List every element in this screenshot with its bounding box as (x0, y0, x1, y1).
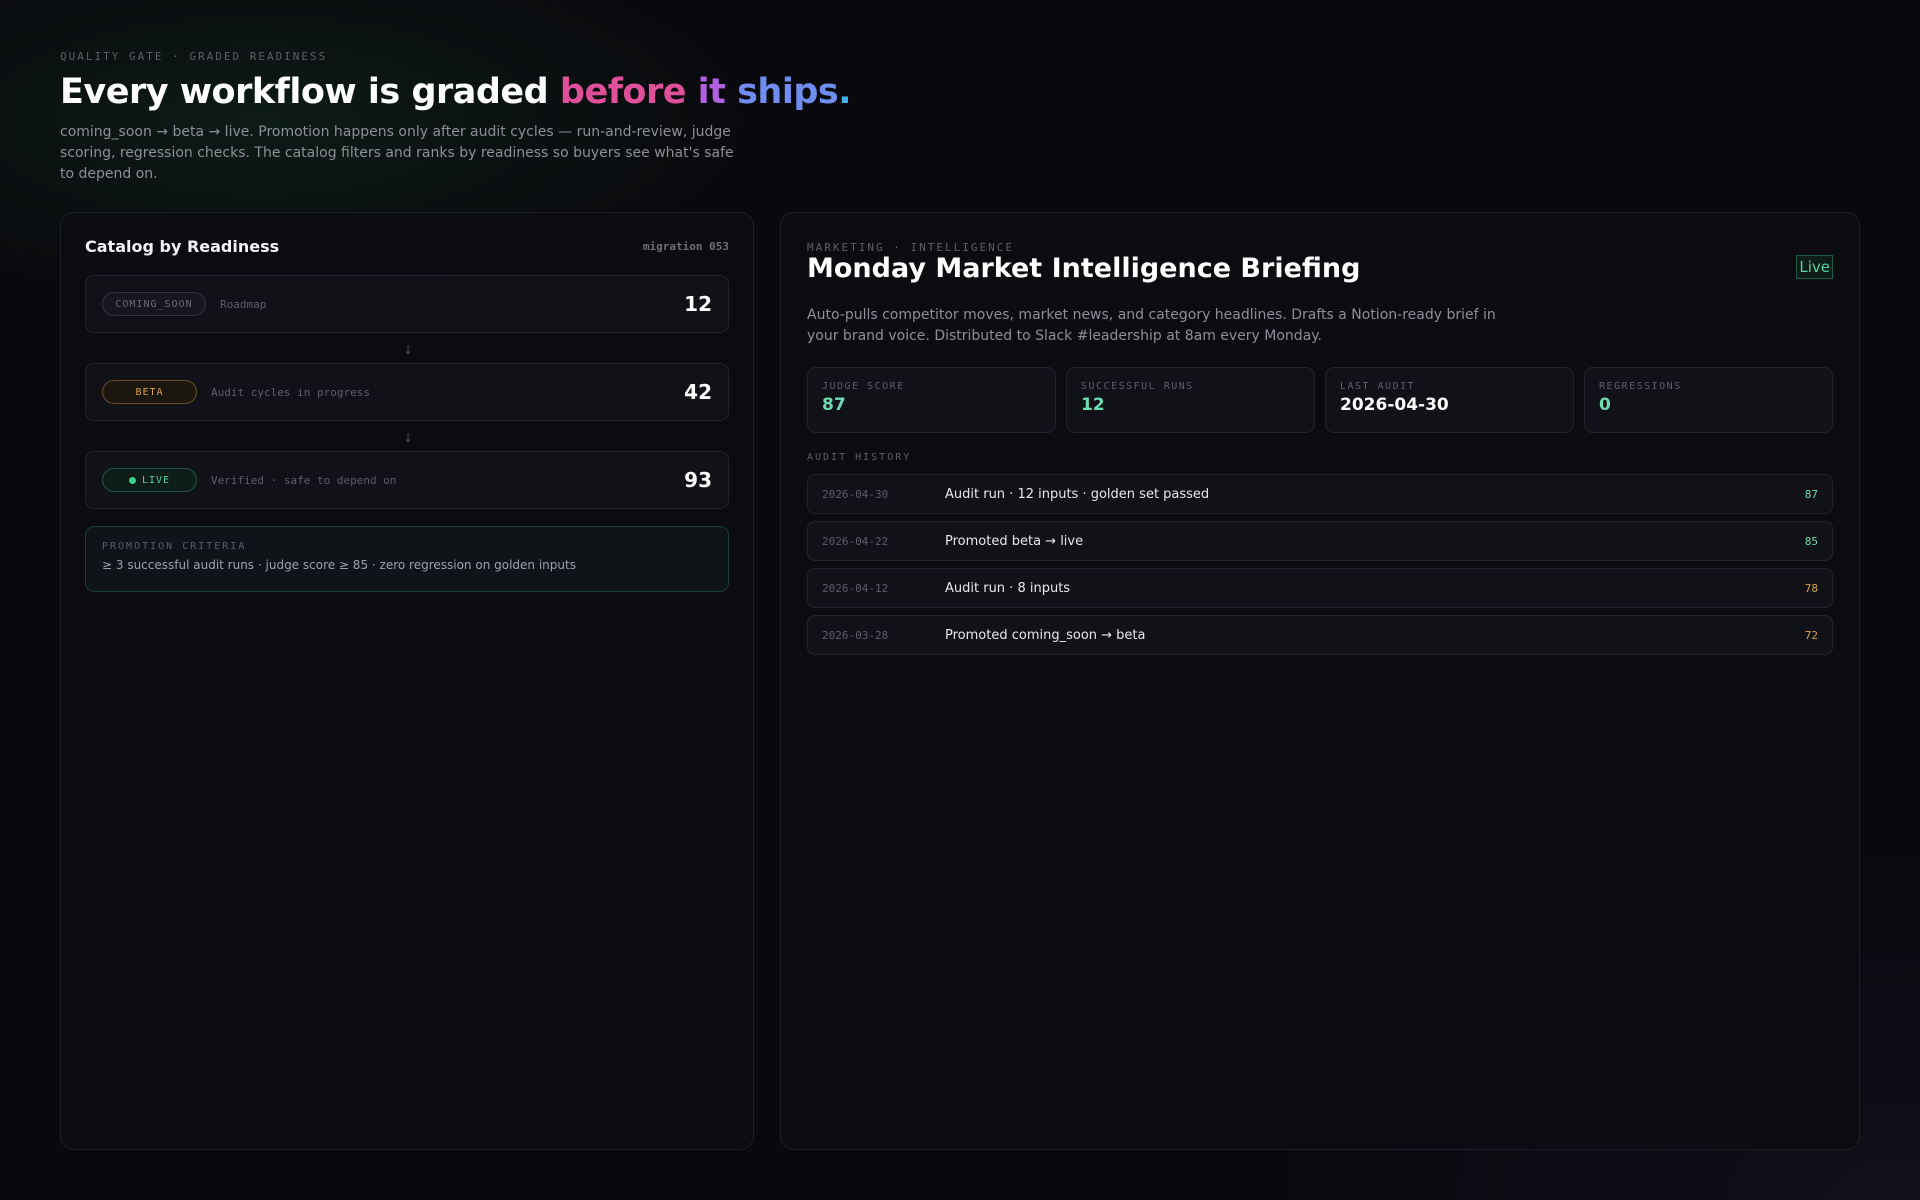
stage-count: 42 (684, 380, 712, 404)
criteria-text: ≥ 3 successful audit runs · judge score … (102, 558, 576, 572)
status-badge-label: LIVE (141, 474, 171, 486)
stage-count: 12 (684, 292, 712, 316)
audit-description: Audit run · 12 inputs · golden set passe… (945, 486, 1210, 502)
audit-date: 2026-04-22 (822, 534, 889, 548)
audit-description: Promoted beta → live (945, 533, 1084, 549)
arrow-down-icon: ↓ (402, 343, 414, 357)
audit-history-row[interactable]: 2026-04-12 Audit run · 8 inputs 78 (807, 568, 1833, 608)
audit-date: 2026-04-12 (822, 581, 889, 595)
stat-value: 0 (1599, 395, 1611, 415)
audit-score: 85 (1804, 534, 1818, 548)
page-title: Every workflow is graded before it ships… (60, 72, 852, 112)
audit-history-row[interactable]: 2026-03-28 Promoted coming_soon → beta 7… (807, 615, 1833, 655)
audit-history-row[interactable]: 2026-04-30 Audit run · 12 inputs · golde… (807, 474, 1833, 514)
audit-score: 87 (1804, 487, 1818, 501)
catalog-title: Catalog by Readiness (85, 237, 280, 256)
status-badge: LIVE (102, 468, 197, 492)
headline-highlight-it: it (697, 72, 726, 112)
headline-highlight-before: before (559, 72, 687, 112)
headline-highlight-dot: . (838, 72, 852, 112)
hero-section: QUALITY GATE · GRADED READINESS Every wo… (60, 50, 852, 185)
migration-label: migration 053 (642, 240, 729, 253)
stat-last-audit: LAST AUDIT 2026-04-30 (1325, 367, 1574, 433)
stat-label: JUDGE SCORE (822, 381, 905, 392)
stat-judge-score: JUDGE SCORE 87 (807, 367, 1056, 433)
audit-date: 2026-03-28 (822, 628, 889, 642)
audit-description: Promoted coming_soon → beta (945, 627, 1146, 643)
stage-count: 93 (684, 468, 712, 492)
stage-beta[interactable]: BETA Audit cycles in progress 42 (85, 363, 729, 421)
catalog-header: Catalog by Readiness migration 053 (85, 237, 729, 256)
audit-date: 2026-04-30 (822, 487, 889, 501)
live-status-badge: Live (1796, 255, 1833, 279)
stat-value: 12 (1081, 395, 1105, 415)
detail-description: Auto-pulls competitor moves, market news… (807, 307, 1496, 344)
hero-eyebrow: QUALITY GATE · GRADED READINESS (60, 50, 328, 63)
status-badge: COMING_SOON (102, 292, 206, 316)
stat-value: 87 (822, 395, 846, 415)
stat-label: SUCCESSFUL RUNS (1081, 381, 1194, 392)
criteria-label: PROMOTION CRITERIA (102, 541, 247, 552)
arrow-down-icon: ↓ (402, 431, 414, 445)
promotion-criteria: PROMOTION CRITERIA ≥ 3 successful audit … (85, 526, 729, 592)
live-dot-icon (128, 476, 136, 484)
audit-description: Audit run · 8 inputs (945, 580, 1071, 596)
audit-history-label: AUDIT HISTORY (807, 452, 912, 463)
hero-subtitle: coming_soon → beta → live. Promotion hap… (60, 124, 734, 182)
status-badge: BETA (102, 380, 197, 404)
audit-score: 72 (1804, 628, 1818, 642)
stage-coming-soon[interactable]: COMING_SOON Roadmap 12 (85, 275, 729, 333)
audit-score: 78 (1804, 581, 1818, 595)
headline-highlight-ships: ships (737, 72, 839, 112)
stat-successful-runs: SUCCESSFUL RUNS 12 (1066, 367, 1315, 433)
stat-label: REGRESSIONS (1599, 381, 1682, 392)
stage-live[interactable]: LIVE Verified · safe to depend on 93 (85, 451, 729, 509)
stat-regressions: REGRESSIONS 0 (1584, 367, 1833, 433)
headline-plain: Every workflow is graded (60, 72, 560, 112)
audit-history-row[interactable]: 2026-04-22 Promoted beta → live 85 (807, 521, 1833, 561)
detail-title: Monday Market Intelligence Briefing (807, 253, 1361, 284)
stat-label: LAST AUDIT (1340, 381, 1416, 392)
stat-value: 2026-04-30 (1340, 395, 1449, 415)
stage-description: Roadmap (220, 297, 267, 311)
catalog-card: Catalog by Readiness migration 053 COMIN… (60, 212, 754, 1150)
stage-description: Verified · safe to depend on (211, 473, 397, 487)
stage-description: Audit cycles in progress (211, 385, 370, 399)
workflow-detail-card: MARKETING · INTELLIGENCE Monday Market I… (780, 212, 1860, 1150)
